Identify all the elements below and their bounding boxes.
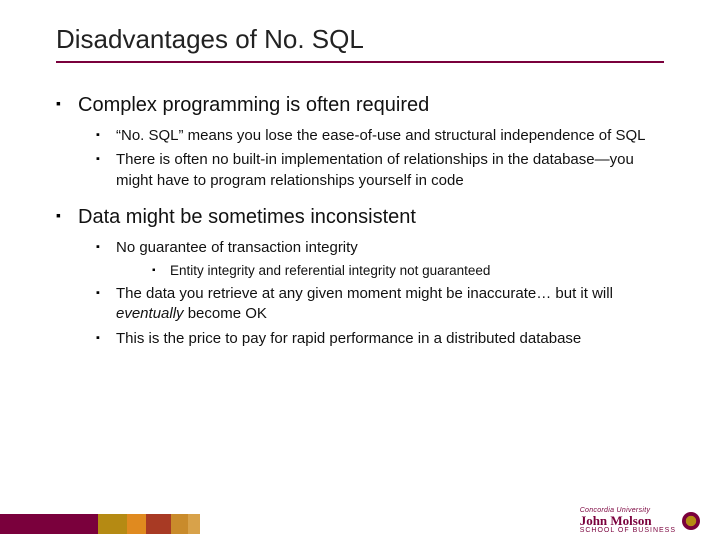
bullet-lvl2: No guarantee of transaction integrity En… xyxy=(78,238,664,280)
bullet-text-part: become OK xyxy=(184,305,267,322)
slide-title: Disadvantages of No. SQL xyxy=(56,24,664,63)
bullet-lvl2: There is often no built-in implementatio… xyxy=(78,150,664,191)
logo-subtitle: SCHOOL OF BUSINESS xyxy=(580,527,676,534)
school-logo: Concordia University John Molson SCHOOL … xyxy=(580,507,700,534)
bullet-lvl1: Complex programming is often required “N… xyxy=(56,93,664,191)
bullet-lvl2: This is the price to pay for rapid perfo… xyxy=(78,329,664,349)
bullet-text: No guarantee of transaction integrity xyxy=(116,239,358,256)
bullet-lvl2: The data you retrieve at any given momen… xyxy=(78,284,664,325)
bullet-list: Complex programming is often required “N… xyxy=(56,93,664,349)
bullet-lvl1: Data might be sometimes inconsistent No … xyxy=(56,205,664,349)
bullet-text: Data might be sometimes inconsistent xyxy=(78,206,416,228)
slide-content: Disadvantages of No. SQL Complex program… xyxy=(0,0,720,349)
logo-seal-icon xyxy=(682,512,700,530)
footer-stripe-decoration xyxy=(0,514,200,534)
bullet-sublist: No guarantee of transaction integrity En… xyxy=(78,238,664,349)
bullet-subsublist: Entity integrity and referential integri… xyxy=(116,262,664,280)
bullet-text-part: The data you retrieve at any given momen… xyxy=(116,285,613,302)
logo-name: John Molson xyxy=(580,514,676,527)
bullet-lvl3: Entity integrity and referential integri… xyxy=(116,262,664,280)
bullet-text: Complex programming is often required xyxy=(78,94,429,116)
logo-text: Concordia University John Molson SCHOOL … xyxy=(580,507,676,534)
bullet-lvl2: “No. SQL” means you lose the ease-of-use… xyxy=(78,126,664,146)
bullet-text-emphasis: eventually xyxy=(116,305,184,322)
bullet-sublist: “No. SQL” means you lose the ease-of-use… xyxy=(78,126,664,191)
slide-footer: Concordia University John Molson SCHOOL … xyxy=(0,502,720,540)
